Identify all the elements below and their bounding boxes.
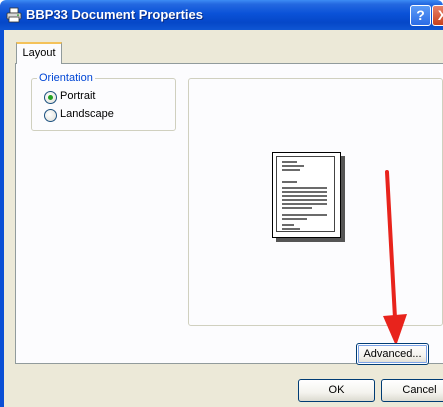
document-properties-dialog: BBP33 Document Properties ? X Layout Ori… (0, 0, 443, 407)
advanced-button[interactable]: Advanced... (356, 343, 429, 365)
tab-layout[interactable]: Layout (16, 42, 62, 64)
ok-button[interactable]: OK (298, 379, 375, 402)
cancel-button[interactable]: Cancel (381, 379, 443, 402)
